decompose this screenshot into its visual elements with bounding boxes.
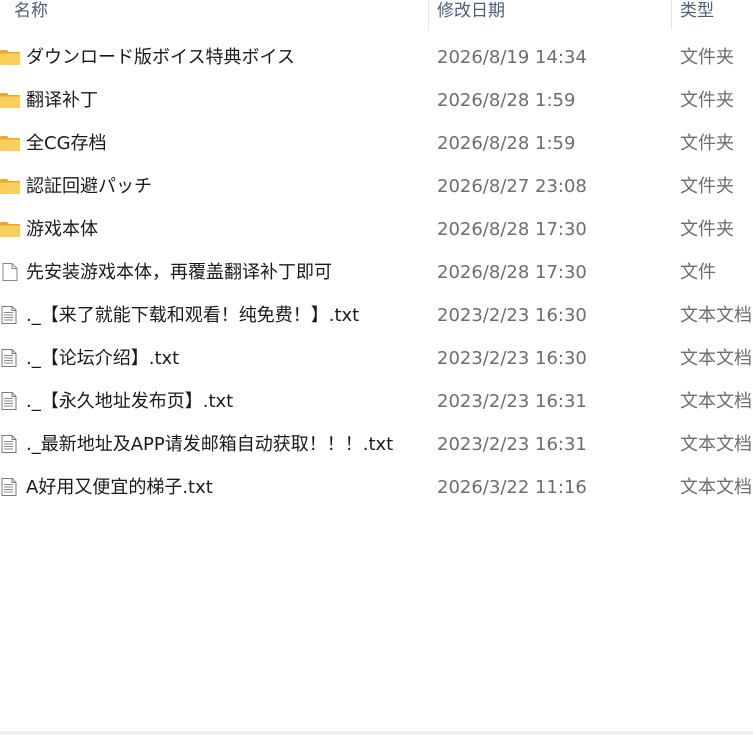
- file-name: 全CG存档: [26, 133, 107, 154]
- file-type: 文本文档: [680, 477, 752, 498]
- folder-icon: [0, 220, 20, 238]
- file-type: 文件夹: [680, 90, 734, 111]
- file-type: 文本文档: [680, 305, 752, 326]
- file-name: 翻译补丁: [26, 90, 98, 111]
- file-date: 2023/2/23 16:31: [437, 434, 587, 455]
- file-date: 2026/8/28 17:30: [437, 262, 587, 283]
- file-name: A好用又便宜的梯子.txt: [26, 477, 213, 498]
- folder-icon: [0, 134, 20, 152]
- file-date: 2026/8/28 1:59: [437, 133, 576, 154]
- file-row[interactable]: 游戏本体 2026/8/28 17:30 文件夹: [0, 208, 753, 251]
- file-icon: [0, 263, 20, 281]
- file-row[interactable]: ._最新地址及APP请发邮箱自动获取！！！.txt 2023/2/23 16:3…: [0, 423, 753, 466]
- status-bar: [0, 731, 753, 735]
- column-divider[interactable]: [671, 0, 672, 30]
- file-name: 游戏本体: [26, 219, 98, 240]
- file-rows: ダウンロード版ボイス特典ボイス 2026/8/19 14:34 文件夹 翻译补丁…: [0, 36, 753, 509]
- file-list-view: 名称 修改日期 类型 ダウンロード版ボイス特典ボイス 2026/8/19 14:…: [0, 0, 753, 735]
- file-row[interactable]: 全CG存档 2026/8/28 1:59 文件夹: [0, 122, 753, 165]
- file-row[interactable]: A好用又便宜的梯子.txt 2026/3/22 11:16 文本文档: [0, 466, 753, 509]
- file-row[interactable]: ._【永久地址发布页】.txt 2023/2/23 16:31 文本文档: [0, 380, 753, 423]
- file-date: 2026/8/28 17:30: [437, 219, 587, 240]
- text-file-icon: [0, 306, 20, 324]
- file-row[interactable]: ダウンロード版ボイス特典ボイス 2026/8/19 14:34 文件夹: [0, 36, 753, 79]
- file-name: 認証回避パッチ: [26, 176, 152, 197]
- text-file-icon: [0, 349, 20, 367]
- file-type: 文件夹: [680, 133, 734, 154]
- file-type: 文件夹: [680, 47, 734, 68]
- column-header-date[interactable]: 修改日期: [437, 0, 505, 32]
- file-name: ダウンロード版ボイス特典ボイス: [26, 47, 295, 68]
- text-file-icon: [0, 392, 20, 410]
- file-type: 文本文档: [680, 348, 752, 369]
- text-file-icon: [0, 478, 20, 496]
- file-name: ._最新地址及APP请发邮箱自动获取！！！.txt: [26, 434, 394, 455]
- file-date: 2023/2/23 16:30: [437, 348, 587, 369]
- file-row[interactable]: ._【论坛介绍】.txt 2023/2/23 16:30 文本文档: [0, 337, 753, 380]
- file-date: 2026/3/22 11:16: [437, 477, 587, 498]
- folder-icon: [0, 91, 20, 109]
- file-date: 2023/2/23 16:31: [437, 391, 587, 412]
- file-date: 2026/8/27 23:08: [437, 176, 587, 197]
- file-row[interactable]: 認証回避パッチ 2026/8/27 23:08 文件夹: [0, 165, 753, 208]
- file-date: 2026/8/19 14:34: [437, 47, 587, 68]
- folder-icon: [0, 48, 20, 66]
- file-type: 文本文档: [680, 434, 752, 455]
- column-header: 名称 修改日期 类型: [0, 0, 753, 32]
- text-file-icon: [0, 435, 20, 453]
- file-date: 2026/8/28 1:59: [437, 90, 576, 111]
- column-header-name[interactable]: 名称: [14, 0, 48, 32]
- folder-icon: [0, 177, 20, 195]
- file-row[interactable]: 先安装游戏本体，再覆盖翻译补丁即可 2026/8/28 17:30 文件: [0, 251, 753, 294]
- file-row[interactable]: 翻译补丁 2026/8/28 1:59 文件夹: [0, 79, 753, 122]
- column-header-type[interactable]: 类型: [680, 0, 714, 32]
- file-date: 2023/2/23 16:30: [437, 305, 587, 326]
- file-type: 文件: [680, 262, 716, 283]
- file-name: ._【永久地址发布页】.txt: [26, 391, 234, 412]
- column-divider[interactable]: [428, 0, 429, 30]
- file-name: 先安装游戏本体，再覆盖翻译补丁即可: [26, 262, 332, 283]
- file-row[interactable]: ._【来了就能下载和观看！纯免费！】.txt 2023/2/23 16:30 文…: [0, 294, 753, 337]
- file-type: 文件夹: [680, 219, 734, 240]
- file-type: 文件夹: [680, 176, 734, 197]
- file-type: 文本文档: [680, 391, 752, 412]
- file-name: ._【论坛介绍】.txt: [26, 348, 180, 369]
- file-name: ._【来了就能下载和观看！纯免费！】.txt: [26, 305, 360, 326]
